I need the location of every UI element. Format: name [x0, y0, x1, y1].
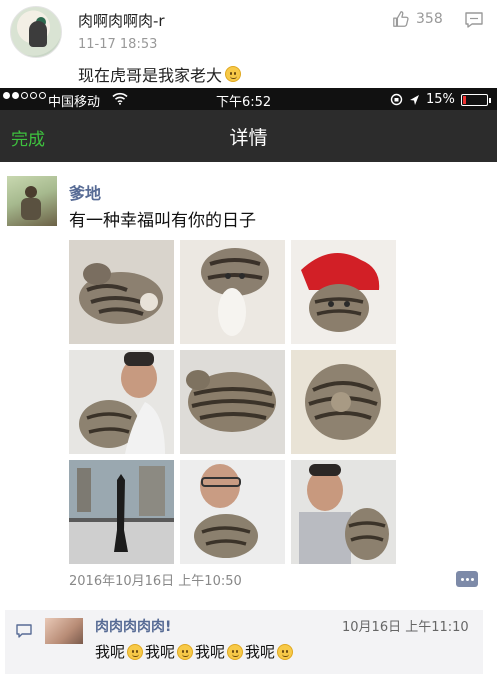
- comment-segment: 我呢: [145, 643, 176, 661]
- photo-thumbnail[interactable]: [291, 350, 396, 454]
- comment-timestamp: 11-17 18:53: [78, 37, 158, 52]
- phone-screenshot: 中国移动 下午6:52 15% 完成 详情 爹地 有一种幸福叫有你的日子 201…: [0, 88, 497, 674]
- smile-emoji-icon: [225, 66, 242, 82]
- photo-thumbnail[interactable]: [69, 460, 174, 564]
- comment-segment: 我呢: [95, 643, 126, 661]
- photo-thumbnail[interactable]: [291, 460, 396, 564]
- status-time: 下午6:52: [216, 95, 272, 110]
- location-arrow-icon: [410, 94, 419, 105]
- smile-emoji-icon: [277, 643, 294, 660]
- nav-bar: 完成 详情: [0, 110, 497, 162]
- photo-thumbnail[interactable]: [69, 240, 174, 344]
- carrier-label: 中国移动: [48, 95, 101, 110]
- moment-post: 爹地 有一种幸福叫有你的日子 2016年10月16日 上午10:50: [0, 162, 497, 594]
- comment-segment: 我呢: [195, 643, 226, 661]
- top-comment: 肉啊肉啊肉-r 11-17 18:53 358 现在虎哥是我家老大: [0, 0, 502, 88]
- battery-level: [462, 95, 466, 104]
- smile-emoji-icon: [177, 643, 194, 660]
- rotation-lock-icon: [390, 93, 403, 106]
- user-avatar[interactable]: [10, 6, 62, 58]
- comment-icon: [16, 624, 32, 638]
- page-title: 详情: [229, 127, 268, 149]
- photo-thumbnail[interactable]: [180, 460, 285, 564]
- status-right: 15%: [390, 92, 491, 107]
- post-date: 2016年10月16日 上午10:50: [69, 574, 242, 589]
- like-count: 358: [416, 11, 443, 27]
- battery-icon: [460, 93, 491, 106]
- commenter-avatar[interactable]: [45, 618, 83, 644]
- comment-time: 10月16日 上午11:10: [342, 620, 469, 635]
- reply-icon[interactable]: [465, 12, 483, 28]
- author-name[interactable]: 爹地: [69, 180, 101, 204]
- signal-strength-icon: [3, 92, 46, 99]
- like-button[interactable]: 358: [392, 10, 443, 28]
- author-avatar[interactable]: [7, 176, 57, 226]
- comment-text: 现在虎哥是我家老大: [78, 62, 242, 86]
- comment-area: 肉肉肉肉肉! 10月16日 上午11:10 我呢 我呢 我呢 我呢: [5, 610, 483, 674]
- comment-body: 现在虎哥是我家老大: [78, 66, 223, 85]
- photo-thumbnail[interactable]: [69, 350, 174, 454]
- avatar-figure: [29, 21, 47, 47]
- smile-emoji-icon: [227, 643, 244, 660]
- status-bar: 中国移动 下午6:52 15%: [0, 88, 497, 110]
- smile-emoji-icon: [127, 643, 144, 660]
- comment-segment: 我呢: [245, 643, 276, 661]
- photo-thumbnail[interactable]: [180, 240, 285, 344]
- post-text: 有一种幸福叫有你的日子: [69, 211, 256, 231]
- comment-username[interactable]: 肉啊肉啊肉-r: [78, 10, 165, 31]
- thumb-up-icon: [393, 11, 409, 27]
- photo-thumbnail[interactable]: [291, 240, 396, 344]
- battery-percent: 15%: [426, 92, 455, 107]
- commenter-name[interactable]: 肉肉肉肉肉!: [95, 616, 171, 636]
- photo-thumbnail[interactable]: [180, 350, 285, 454]
- wifi-icon: [112, 92, 128, 105]
- comment-action-button[interactable]: [456, 571, 478, 587]
- comment-text: 我呢 我呢 我呢 我呢: [95, 641, 294, 662]
